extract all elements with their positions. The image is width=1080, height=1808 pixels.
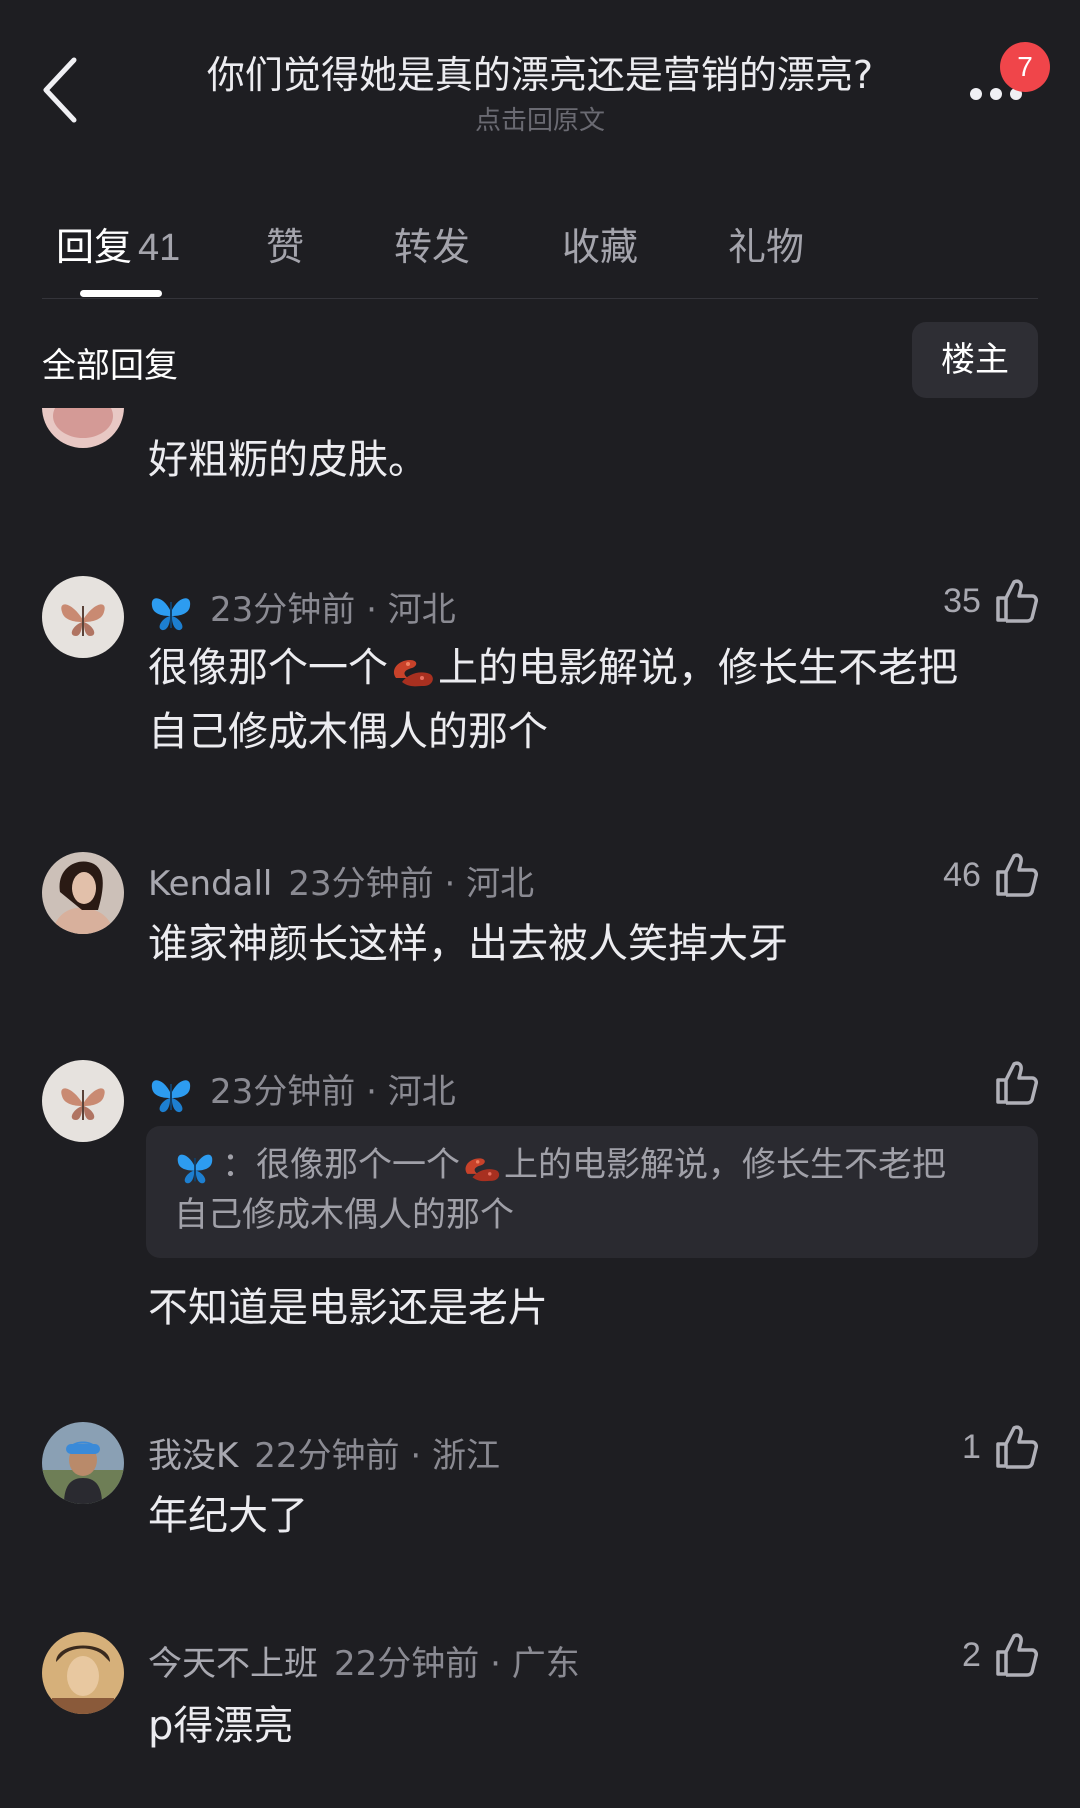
like-count: 2	[961, 1635, 981, 1674]
comment-meta: 我没K 22分钟前 · 浙江	[148, 1428, 500, 1477]
meta-separator: ·	[399, 1436, 432, 1476]
quote-text-part: 很像那个一个	[256, 1145, 460, 1185]
thumbs-up-icon	[996, 579, 1038, 623]
tab-replies-count: 41	[138, 227, 181, 269]
quote-line: ：很像那个一个 上的电影解说，修长生不老把	[174, 1140, 1010, 1190]
comment-location: 广东	[511, 1644, 580, 1684]
avatar[interactable]	[42, 852, 124, 934]
comment-username[interactable]: Kendall	[148, 864, 272, 904]
comment-username[interactable]: 今天不上班	[148, 1644, 318, 1684]
more-dot	[990, 88, 1002, 100]
comment-text-part: 很像那个一个	[148, 645, 388, 691]
comment-text-part: 上的电影解说，修长生不老把	[438, 645, 958, 691]
comment-location: 河北	[387, 1072, 456, 1112]
meta-separator: ·	[355, 590, 388, 630]
comment-line: 很像那个一个 上的电影解说，修长生不老把	[148, 636, 1048, 700]
meta-separator: ·	[479, 1644, 512, 1684]
comment-time: 22分钟前	[334, 1644, 480, 1684]
comment-text: 不知道是电影还是老片	[148, 1285, 548, 1331]
comment-time: 23分钟前	[288, 864, 434, 904]
butterfly-avatar-image	[42, 576, 124, 658]
butterfly-icon[interactable]	[148, 1074, 194, 1114]
comment-meta: 今天不上班 22分钟前 · 广东	[148, 1636, 580, 1685]
all-replies-label: 全部回复	[42, 346, 178, 386]
avatar-image	[42, 1422, 124, 1504]
avatar[interactable]	[42, 1060, 124, 1142]
comment-text: 谁家神颜长这样，出去被人笑掉大牙	[148, 921, 788, 967]
comment-time: 22分钟前	[254, 1436, 400, 1476]
comment-location: 河北	[466, 864, 535, 904]
comment-location: 浙江	[432, 1436, 500, 1476]
comment-location: 河北	[387, 590, 456, 630]
avatar[interactable]	[42, 1422, 124, 1504]
comment-line: 自己修成木偶人的那个	[148, 709, 548, 755]
post-title[interactable]: 你们觉得她是真的漂亮还是营销的漂亮?	[160, 44, 920, 99]
meta-separator: ·	[433, 864, 467, 904]
tab-likes[interactable]: 赞	[266, 216, 304, 271]
comment-time: 23分钟前	[210, 590, 356, 630]
avatar-image	[42, 1632, 124, 1714]
sausage-emoji-icon	[393, 660, 433, 687]
comment-text: 好粗粝的皮肤。	[148, 437, 428, 483]
like-count: 46	[943, 855, 981, 894]
meta-separator: ·	[355, 1072, 388, 1112]
tab-reposts[interactable]: 转发	[394, 216, 470, 271]
sausage-emoji-icon	[465, 1157, 500, 1181]
quote-separator: ：	[222, 1145, 256, 1185]
thumbs-up-icon	[996, 1633, 1038, 1677]
comment-text: p得漂亮	[148, 1703, 294, 1749]
like-count: 35	[943, 581, 981, 620]
butterfly-avatar-image	[42, 1060, 124, 1142]
chevron-left-icon	[43, 57, 77, 123]
op-only-button[interactable]: 楼主	[912, 322, 1038, 398]
like-button[interactable]: 35	[943, 578, 1038, 626]
comment-meta: 23分钟前 · 河北	[148, 1064, 456, 1114]
back-to-post-link[interactable]: 点击回原文	[340, 100, 740, 137]
quote-line: 自己修成木偶人的那个	[174, 1195, 514, 1235]
like-button[interactable]: 1	[962, 1424, 1038, 1472]
comment-username[interactable]: 我没K	[148, 1436, 238, 1476]
like-button[interactable]: 2	[962, 1632, 1038, 1680]
quote-text-part: 上的电影解说，修长生不老把	[504, 1145, 946, 1185]
more-dots-icon	[970, 88, 982, 100]
tab-gifts[interactable]: 礼物	[728, 216, 804, 271]
thumbs-up-icon	[996, 1425, 1038, 1469]
tab-favorites[interactable]: 收藏	[562, 216, 638, 271]
like-button[interactable]	[994, 1060, 1038, 1108]
thumbs-up-icon	[996, 1061, 1038, 1105]
like-count: 1	[961, 1427, 981, 1466]
comment-meta: Kendall 23分钟前 · 河北	[148, 856, 534, 905]
comment-text: 很像那个一个 上的电影解说，修长生不老把 自己修成木偶人的那个	[148, 636, 1048, 764]
comment-meta: 23分钟前 · 河北	[148, 582, 456, 632]
avatar[interactable]	[42, 576, 124, 658]
comment-text: 年纪大了	[148, 1493, 308, 1539]
active-tab-indicator	[80, 290, 162, 297]
butterfly-icon	[177, 1154, 213, 1183]
divider	[42, 298, 1038, 299]
like-button[interactable]: 46	[943, 852, 1038, 900]
avatar[interactable]	[42, 1632, 124, 1714]
tab-bar: 回复 41 赞 转发 收藏 礼物	[0, 210, 1080, 300]
comment-time: 23分钟前	[210, 1072, 356, 1112]
tab-replies-label: 回复	[56, 225, 133, 269]
tab-replies[interactable]: 回复 41	[56, 216, 180, 271]
post-replies-screen: 你们觉得她是真的漂亮还是营销的漂亮? 点击回原文 7 回复 41 赞 转发 收藏 …	[0, 0, 1080, 1808]
back-button[interactable]	[36, 52, 96, 128]
quoted-reply[interactable]: ：很像那个一个 上的电影解说，修长生不老把 自己修成木偶人的那个	[146, 1126, 1038, 1258]
avatar-image	[42, 852, 124, 934]
notification-badge: 7	[1000, 42, 1050, 92]
butterfly-icon[interactable]	[148, 592, 194, 632]
thumbs-up-icon	[996, 853, 1038, 897]
